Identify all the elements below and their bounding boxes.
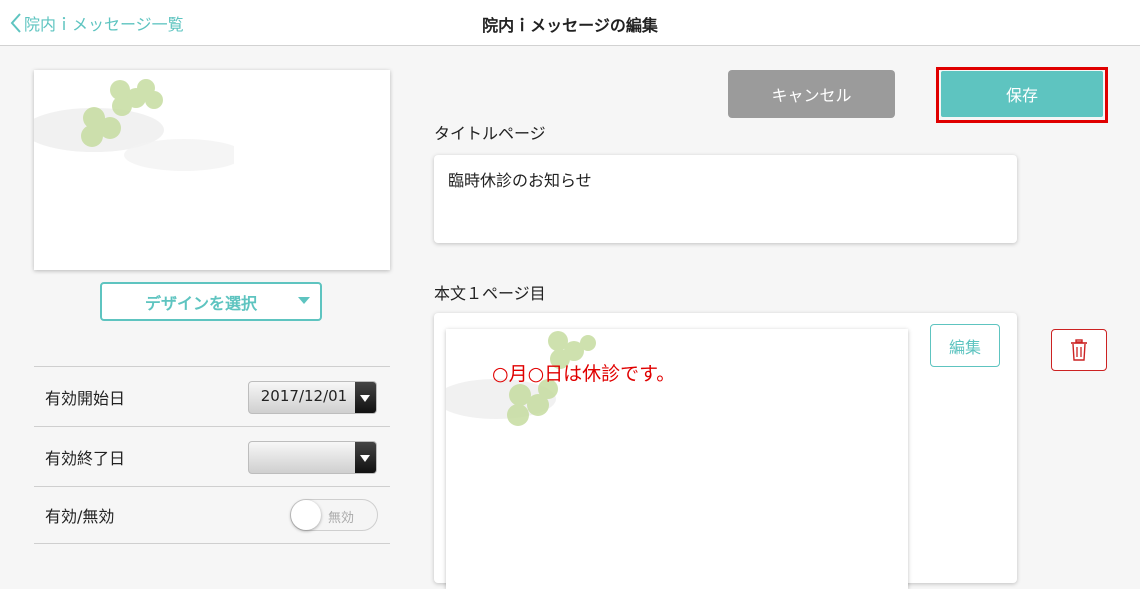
delete-page-button[interactable] [1051,329,1107,371]
enabled-label: 有効/無効 [45,507,115,526]
edit-page-button[interactable]: 編集 [930,324,1000,367]
select-design-button[interactable]: デザインを選択 [100,282,322,321]
navigation-bar: 院内ｉメッセージ一覧 院内ｉメッセージの編集 [0,0,1140,46]
enabled-toggle[interactable]: 無効 [290,499,378,531]
validity-settings: 有効開始日 2017/12/01 有効終了日 有効/無効 無効 [34,366,390,544]
page-title: 院内ｉメッセージの編集 [482,16,658,35]
clover-decoration-icon [446,331,596,426]
end-date-picker[interactable] [248,441,377,474]
enabled-row: 有効/無効 無効 [34,486,390,544]
clover-decoration-icon [34,79,234,171]
dropdown-arrow-icon [355,382,376,413]
start-date-value: 2017/12/01 [260,387,348,405]
caret-down-icon [298,297,310,304]
design-preview [34,70,390,270]
trash-icon [1071,339,1087,361]
body-page-preview: ○月○日は休診です。 [446,329,908,589]
start-date-label: 有効開始日 [45,388,126,408]
toggle-knob [291,500,321,530]
cancel-button[interactable]: キャンセル [728,70,895,118]
end-date-label: 有効終了日 [45,448,126,468]
body-section-label: 本文１ページ目 [434,284,546,303]
title-field[interactable]: 臨時休診のお知らせ [434,155,1017,243]
toggle-state-label: 無効 [328,511,355,526]
end-date-value [249,442,355,473]
start-date-row: 有効開始日 2017/12/01 [34,366,390,426]
end-date-row: 有効終了日 [34,426,390,486]
body-page-text: ○月○日は休診です。 [492,363,676,385]
start-date-picker[interactable]: 2017/12/01 [248,381,377,414]
title-section-label: タイトルページ [434,124,546,143]
save-button[interactable]: 保存 [941,71,1103,117]
dropdown-arrow-icon [355,442,376,473]
select-design-label: デザインを選択 [144,293,257,313]
